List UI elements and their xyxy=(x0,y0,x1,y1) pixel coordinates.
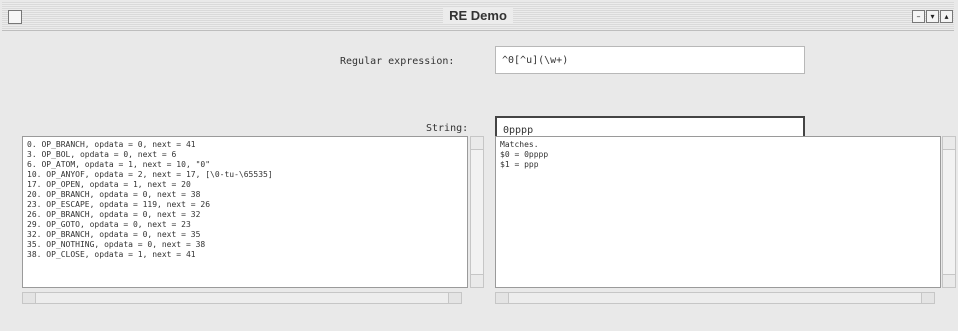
listing-line: 3. OP_BOL, opdata = 0, next = 6 xyxy=(27,150,177,159)
listing-line: 29. OP_GOTO, opdata = 0, next = 23 xyxy=(27,220,191,229)
listing-line: 32. OP_BRANCH, opdata = 0, next = 35 xyxy=(27,230,201,239)
scroll-down-arrow-icon[interactable] xyxy=(471,274,483,287)
maximize-button[interactable]: ▾ xyxy=(926,10,939,23)
match-result-pane[interactable]: Matches. $0 = 0pppp $1 = ppp xyxy=(495,136,941,288)
regex-label: Regular expression: xyxy=(340,56,455,67)
listing-line: 10. OP_ANYOF, opdata = 2, next = 17, [\0… xyxy=(27,170,273,179)
scroll-left-arrow-icon[interactable] xyxy=(496,293,509,303)
listing-horizontal-scrollbar[interactable] xyxy=(22,292,462,304)
scroll-left-arrow-icon[interactable] xyxy=(23,293,36,303)
listing-line: 20. OP_BRANCH, opdata = 0, next = 38 xyxy=(27,190,201,199)
result-line: Matches. xyxy=(500,140,539,149)
listing-line: 6. OP_ATOM, opdata = 1, next = 10, "0" xyxy=(27,160,211,169)
result-vertical-scrollbar[interactable] xyxy=(942,136,956,288)
listing-line: 23. OP_ESCAPE, opdata = 119, next = 26 xyxy=(27,200,211,209)
program-listing-pane[interactable]: 0. OP_BRANCH, opdata = 0, next = 41 3. O… xyxy=(22,136,468,288)
result-line: $0 = 0pppp xyxy=(500,150,549,159)
scroll-down-arrow-icon[interactable] xyxy=(943,274,955,287)
regex-input[interactable]: ^0[^u](\w+) xyxy=(495,46,805,74)
scroll-up-arrow-icon[interactable] xyxy=(943,137,955,150)
close-button[interactable]: ▴ xyxy=(940,10,953,23)
string-label: String: xyxy=(426,123,469,134)
listing-line: 17. OP_OPEN, opdata = 1, next = 20 xyxy=(27,180,191,189)
title-bar[interactable]: RE Demo – ▾ ▴ xyxy=(2,2,954,31)
listing-line: 38. OP_CLOSE, opdata = 1, next = 41 xyxy=(27,250,196,259)
result-horizontal-scrollbar[interactable] xyxy=(495,292,935,304)
minimize-button[interactable]: – xyxy=(912,10,925,23)
listing-line: 0. OP_BRANCH, opdata = 0, next = 41 xyxy=(27,140,196,149)
scroll-right-arrow-icon[interactable] xyxy=(448,293,461,303)
listing-line: 26. OP_BRANCH, opdata = 0, next = 32 xyxy=(27,210,201,219)
scroll-up-arrow-icon[interactable] xyxy=(471,137,483,150)
scroll-right-arrow-icon[interactable] xyxy=(921,293,934,303)
window-title: RE Demo xyxy=(2,8,954,23)
result-line: $1 = ppp xyxy=(500,160,539,169)
listing-vertical-scrollbar[interactable] xyxy=(470,136,484,288)
listing-line: 35. OP_NOTHING, opdata = 0, next = 38 xyxy=(27,240,206,249)
